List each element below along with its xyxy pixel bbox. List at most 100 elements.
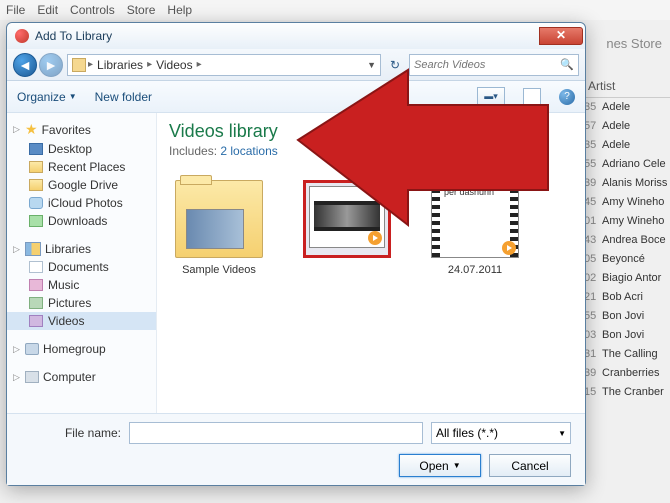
sidebar-item-videos[interactable]: Videos: [7, 312, 156, 330]
video-thumbnail: [303, 180, 391, 258]
content-pane: Videos library Includes: 2 locations Arr…: [157, 113, 585, 413]
video-item-24-07-2011[interactable]: per dashurin 24.07.2011: [425, 180, 525, 276]
artist-row[interactable]: 45Amy Wineho: [580, 193, 670, 212]
chevron-right-icon: ▸: [88, 59, 93, 70]
play-icon: [502, 241, 516, 255]
download-icon: [29, 215, 43, 227]
artist-row[interactable]: 01Amy Wineho: [580, 212, 670, 231]
search-icon: 🔍: [560, 58, 574, 71]
background-menu: File Edit Controls Store Help: [0, 0, 670, 20]
artist-row[interactable]: 39Cranberries: [580, 364, 670, 383]
sidebar-item-downloads[interactable]: Downloads: [7, 212, 156, 230]
sidebar-item-pictures[interactable]: Pictures: [7, 294, 156, 312]
help-button[interactable]: ?: [559, 89, 575, 105]
search-box[interactable]: 🔍: [409, 54, 579, 76]
folder-icon: [72, 58, 86, 72]
libraries-group[interactable]: ▷Libraries: [7, 240, 156, 258]
artist-row[interactable]: 02Biagio Antor: [580, 269, 670, 288]
artist-row[interactable]: 05Beyoncé: [580, 250, 670, 269]
homegroup-group[interactable]: ▷Homegroup: [7, 340, 156, 358]
navigation-bar: ◄ ► ▸ Libraries ▸ Videos ▸ ▼ ↻ 🔍: [7, 49, 585, 81]
back-button[interactable]: ◄: [13, 53, 37, 77]
artist-row[interactable]: 55Adriano Cele: [580, 155, 670, 174]
arrange-by: Arrange by: Folder ▾: [430, 125, 539, 139]
menu-store[interactable]: Store: [127, 3, 156, 17]
favorites-group[interactable]: ▷★Favorites: [7, 119, 156, 140]
video-icon: [29, 315, 43, 327]
breadcrumb-videos[interactable]: Videos: [154, 58, 194, 72]
locations-link[interactable]: 2 locations: [220, 144, 277, 158]
close-button[interactable]: ✕: [539, 27, 583, 45]
refresh-button[interactable]: ↻: [385, 58, 405, 72]
computer-group[interactable]: ▷Computer: [7, 368, 156, 386]
artist-row[interactable]: 03Bon Jovi: [580, 326, 670, 345]
play-icon: [368, 231, 382, 245]
dialog-title: Add To Library: [35, 29, 539, 43]
titlebar: Add To Library ✕: [7, 23, 585, 49]
background-artist-list: Artist 35Adele57Adele35Adele55Adriano Ce…: [580, 75, 670, 402]
menu-edit[interactable]: Edit: [37, 3, 58, 17]
add-to-library-dialog: Add To Library ✕ ◄ ► ▸ Libraries ▸ Video…: [6, 22, 586, 486]
arrange-by-dropdown[interactable]: Folder ▾: [496, 125, 539, 139]
sidebar-item-recent-places[interactable]: Recent Places: [7, 158, 156, 176]
artist-row[interactable]: 35Adele: [580, 136, 670, 155]
video-thumbnail: per dashurin: [431, 180, 519, 258]
menu-controls[interactable]: Controls: [70, 3, 115, 17]
breadcrumb-libraries[interactable]: Libraries: [95, 58, 145, 72]
computer-icon: [25, 371, 39, 383]
folder-thumbnail: [175, 180, 263, 258]
filename-label: File name:: [21, 426, 121, 440]
artist-row[interactable]: 39Alanis Moriss: [580, 174, 670, 193]
folder-icon: [29, 179, 43, 191]
sidebar-item-documents[interactable]: Documents: [7, 258, 156, 276]
file-type-filter[interactable]: All files (*.*)▼: [431, 422, 571, 444]
cloud-icon: [29, 197, 43, 209]
dialog-footer: File name: All files (*.*)▼ Open▼ Cancel: [7, 413, 585, 485]
cancel-button[interactable]: Cancel: [489, 454, 571, 477]
new-folder-button[interactable]: New folder: [95, 90, 152, 104]
video-item-selected[interactable]: [297, 180, 397, 276]
sidebar-item-icloud-photos[interactable]: iCloud Photos: [7, 194, 156, 212]
search-input[interactable]: [414, 59, 560, 71]
artist-row[interactable]: 31The Calling: [580, 345, 670, 364]
breadcrumb-dropdown-icon[interactable]: ▼: [367, 60, 376, 70]
star-icon: ★: [25, 121, 38, 138]
library-subtitle: Includes: 2 locations: [169, 144, 573, 158]
picture-icon: [29, 297, 43, 309]
open-button[interactable]: Open▼: [399, 454, 481, 477]
toolbar: Organize▼ New folder ▬▾ ?: [7, 81, 585, 113]
artist-column-header[interactable]: Artist: [588, 79, 615, 93]
library-icon: [25, 242, 41, 256]
artist-row[interactable]: 21Bob Acri: [580, 288, 670, 307]
breadcrumb[interactable]: ▸ Libraries ▸ Videos ▸ ▼: [67, 54, 381, 76]
artist-row[interactable]: 55Bon Jovi: [580, 307, 670, 326]
artist-row[interactable]: 43Andrea Boce: [580, 231, 670, 250]
item-label: Sample Videos: [169, 264, 269, 276]
sidebar-item-google-drive[interactable]: Google Drive: [7, 176, 156, 194]
preview-pane-button[interactable]: [523, 88, 541, 106]
sidebar-item-desktop[interactable]: Desktop: [7, 140, 156, 158]
dropdown-icon: ▼: [453, 461, 461, 470]
view-options-button[interactable]: ▬▾: [477, 87, 505, 107]
menu-help[interactable]: Help: [167, 3, 192, 17]
artist-row[interactable]: 15The Cranber: [580, 383, 670, 402]
filename-input[interactable]: [129, 422, 423, 444]
chevron-right-icon: ▸: [147, 59, 152, 70]
folder-icon: [29, 161, 43, 173]
artist-row[interactable]: 57Adele: [580, 117, 670, 136]
menu-file[interactable]: File: [6, 3, 25, 17]
homegroup-icon: [25, 343, 39, 355]
forward-button[interactable]: ►: [39, 53, 63, 77]
music-icon: [29, 279, 43, 291]
navigation-sidebar: ▷★Favorites Desktop Recent Places Google…: [7, 113, 157, 413]
folder-item-sample-videos[interactable]: Sample Videos: [169, 180, 269, 276]
chevron-right-icon: ▸: [197, 59, 202, 70]
document-icon: [29, 261, 43, 273]
item-label: 24.07.2011: [425, 264, 525, 276]
app-icon: [15, 29, 29, 43]
organize-button[interactable]: Organize▼: [17, 90, 77, 104]
sidebar-item-music[interactable]: Music: [7, 276, 156, 294]
background-store-label: nes Store: [606, 36, 662, 51]
desktop-icon: [29, 143, 43, 155]
artist-row[interactable]: 35Adele: [580, 98, 670, 117]
